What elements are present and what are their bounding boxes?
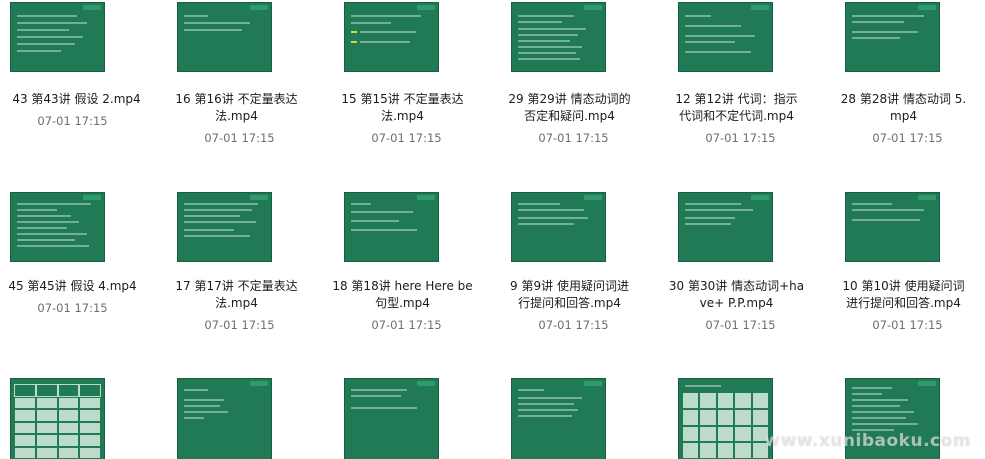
file-name-line2[interactable]: 代词和不定代词.mp4 [664,108,809,125]
file-grid: 43 第43讲 假设 2.mp4 07-01 17:15 16 第16讲 不定量… [0,0,985,459]
video-thumbnail[interactable] [344,378,439,459]
video-thumbnail[interactable] [10,378,105,459]
file-name[interactable]: 43 第43讲 假设 2.mp4 [4,91,149,108]
video-thumbnail[interactable] [845,2,940,72]
file-name[interactable]: 17 第17讲 不定量表达 [164,278,309,295]
file-name[interactable]: 28 第28讲 情态动词 5. [831,91,976,108]
file-name[interactable]: 10 第10讲 使用疑问词 [831,278,976,295]
video-thumbnail[interactable] [678,192,773,262]
video-thumbnail[interactable] [177,2,272,72]
file-date: 07-01 17:15 [538,318,609,332]
file-date: 07-01 17:15 [37,114,108,128]
video-thumbnail[interactable] [177,378,272,459]
file-date: 07-01 17:15 [37,301,108,315]
file-name-line2[interactable]: 行提问和回答.mp4 [497,295,642,312]
file-name[interactable]: 45 第45讲 假设 4.mp4 [0,278,145,295]
file-name[interactable]: 16 第16讲 不定量表达 [164,91,309,108]
file-name-line2[interactable]: 法.mp4 [330,108,475,125]
file-date: 07-01 17:15 [371,131,442,145]
video-thumbnail[interactable] [177,192,272,262]
video-thumbnail[interactable] [511,192,606,262]
file-date: 07-01 17:15 [872,318,943,332]
file-date: 07-01 17:15 [371,318,442,332]
file-name-line2[interactable]: 否定和疑问.mp4 [497,108,642,125]
file-name[interactable]: 18 第18讲 here Here be [330,278,475,295]
file-date: 07-01 17:15 [872,131,943,145]
file-name[interactable]: 12 第12讲 代词：指示 [664,91,809,108]
watermark-text: www.xunibaoku.com [764,431,971,451]
file-name-line2[interactable]: 法.mp4 [164,108,309,125]
video-thumbnail[interactable] [344,2,439,72]
file-name-line2[interactable]: 进行提问和回答.mp4 [831,295,976,312]
file-date: 07-01 17:15 [705,131,776,145]
file-date: 07-01 17:15 [204,131,275,145]
file-name[interactable]: 9 第9讲 使用疑问词进 [497,278,642,295]
file-date: 07-01 17:15 [538,131,609,145]
video-thumbnail[interactable] [678,2,773,72]
file-name-line2[interactable]: 句型.mp4 [330,295,475,312]
video-thumbnail[interactable] [678,378,773,459]
video-thumbnail[interactable] [845,192,940,262]
video-thumbnail[interactable] [10,192,105,262]
video-thumbnail[interactable] [511,378,606,459]
file-name[interactable]: 29 第29讲 情态动词的 [497,91,642,108]
video-thumbnail[interactable] [511,2,606,72]
file-name[interactable]: 30 第30讲 情态动词+ha [664,278,809,295]
file-name-line2[interactable]: mp4 [831,108,976,125]
file-date: 07-01 17:15 [705,318,776,332]
file-name[interactable]: 15 第15讲 不定量表达 [330,91,475,108]
video-thumbnail[interactable] [10,2,105,72]
file-name-line2[interactable]: 法.mp4 [164,295,309,312]
file-name-line2[interactable]: ve+ P.P.mp4 [664,295,809,312]
file-date: 07-01 17:15 [204,318,275,332]
video-thumbnail[interactable] [344,192,439,262]
